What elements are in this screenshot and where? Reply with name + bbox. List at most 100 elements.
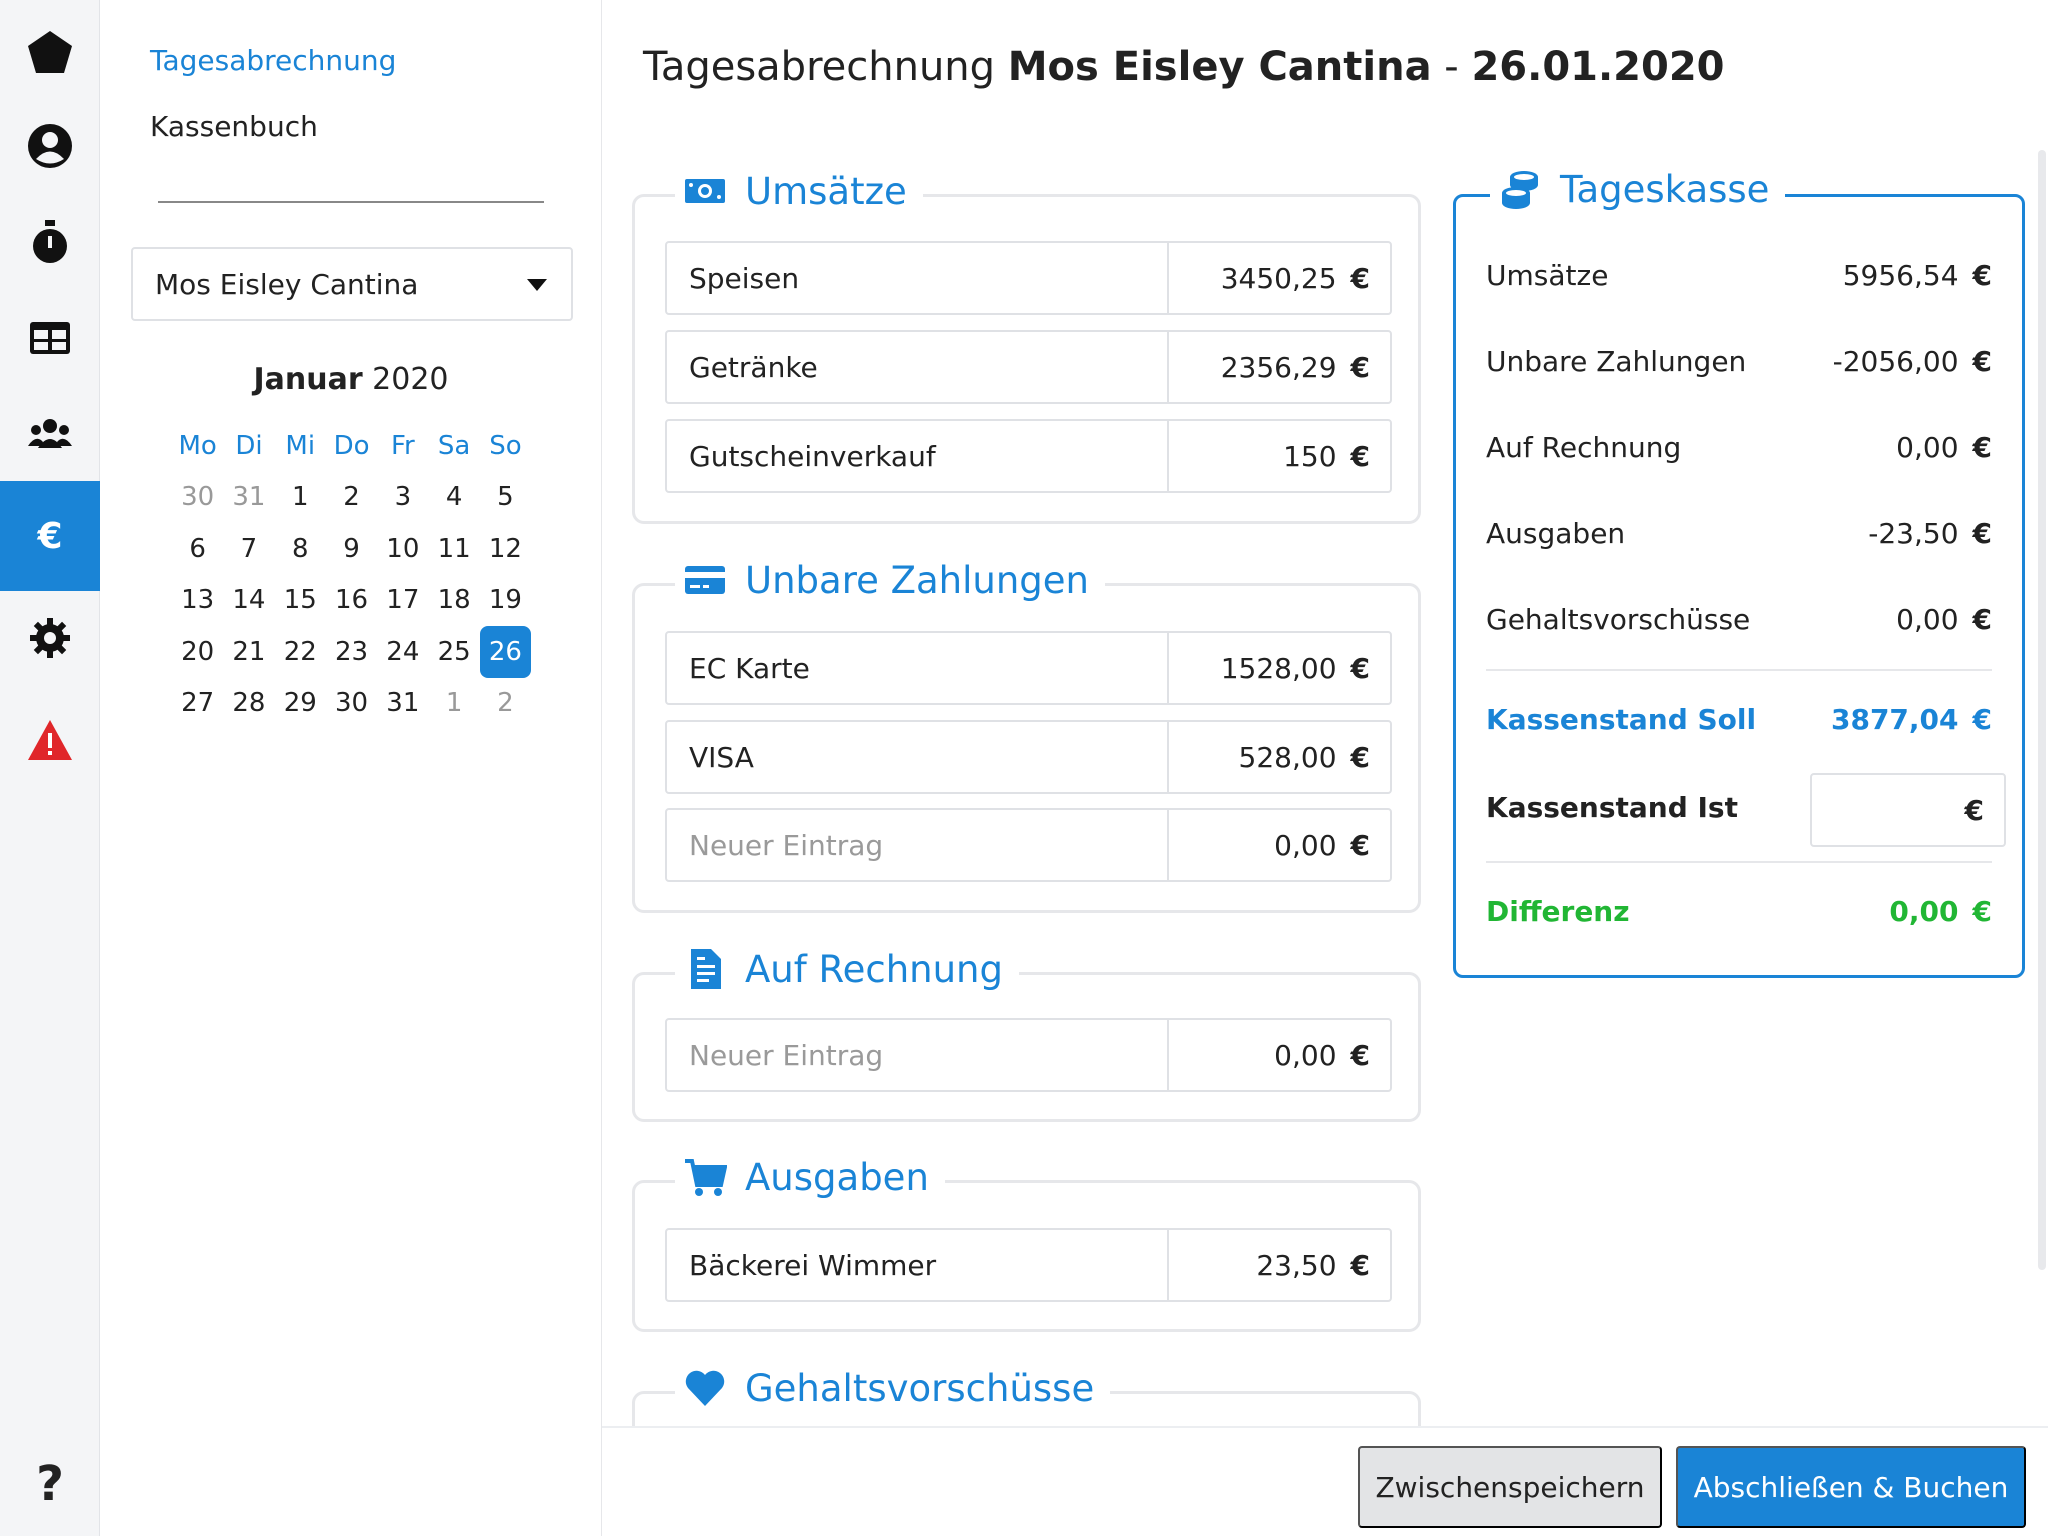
section-ausgaben-header: Ausgaben bbox=[675, 1155, 945, 1199]
stopwatch-icon[interactable] bbox=[0, 194, 100, 290]
calendar-day[interactable]: 12 bbox=[480, 523, 531, 575]
calendar-day[interactable]: 30 bbox=[326, 678, 377, 730]
calendar-day[interactable]: 18 bbox=[428, 575, 479, 627]
kasse-line-amount: 5956,54 € bbox=[1843, 259, 1992, 292]
new-entry-input[interactable]: Neuer Eintrag bbox=[667, 1020, 1169, 1090]
euro-sign: € bbox=[1972, 895, 1992, 928]
section-unbar-title: Unbare Zahlungen bbox=[745, 558, 1089, 602]
kasse-line-label: Ausgaben bbox=[1486, 517, 1626, 550]
row-amount-field[interactable]: 3450,25 € bbox=[1169, 243, 1390, 313]
calendar-day[interactable]: 1 bbox=[428, 678, 479, 730]
scrollbar[interactable] bbox=[2038, 150, 2046, 1270]
subnav-kassenbuch[interactable]: Kassenbuch bbox=[150, 110, 318, 143]
users-icon[interactable] bbox=[0, 386, 100, 482]
calendar-day[interactable]: 31 bbox=[377, 678, 428, 730]
warning-icon[interactable] bbox=[0, 692, 100, 788]
calendar-day[interactable]: 5 bbox=[480, 472, 531, 524]
calendar-day[interactable]: 11 bbox=[428, 523, 479, 575]
calendar-day[interactable]: 20 bbox=[172, 626, 223, 678]
calendar-day-selected[interactable]: 26 bbox=[479, 626, 532, 678]
calendar-day[interactable]: 9 bbox=[326, 523, 377, 575]
kasse-line-amount: 0,00 € bbox=[1896, 603, 1992, 636]
row-speisen: Speisen 3450,25 € bbox=[665, 241, 1392, 315]
row-new-entry: Neuer Eintrag 0,00 € bbox=[665, 808, 1392, 882]
calendar-weekday: So bbox=[489, 430, 522, 461]
row-amount: 3450,25 bbox=[1220, 261, 1337, 295]
section-unbar: Unbare Zahlungen EC Karte 1528,00 € VISA … bbox=[632, 558, 1421, 913]
calendar-day[interactable]: 13 bbox=[172, 575, 223, 627]
row-amount: 0,00 bbox=[1274, 1038, 1337, 1072]
calendar-day[interactable]: 14 bbox=[223, 575, 274, 627]
kasse-line-rechnung: Auf Rechnung 0,00 € bbox=[1486, 431, 1992, 464]
calendar-day[interactable]: 15 bbox=[275, 575, 326, 627]
euro-sign: € bbox=[1972, 603, 1992, 636]
table-icon[interactable] bbox=[0, 290, 100, 386]
save-draft-button[interactable]: Zwischenspeichern bbox=[1358, 1446, 1662, 1528]
row-label[interactable]: VISA bbox=[667, 722, 1169, 792]
credit-card-icon bbox=[685, 566, 725, 594]
row-amount-field[interactable]: 1528,00 € bbox=[1169, 633, 1390, 703]
calendar-day[interactable]: 2 bbox=[326, 472, 377, 524]
euro-sign: € bbox=[1964, 793, 1984, 827]
calendar-day[interactable]: 16 bbox=[326, 575, 377, 627]
row-amount-field[interactable]: 150 € bbox=[1169, 421, 1390, 491]
finish-book-button[interactable]: Abschließen & Buchen bbox=[1676, 1446, 2026, 1528]
row-amount-field[interactable]: 528,00 € bbox=[1169, 722, 1390, 792]
kassenstand-ist-input[interactable]: € bbox=[1810, 773, 2006, 847]
new-entry-input[interactable]: Neuer Eintrag bbox=[667, 810, 1169, 880]
calendar-day[interactable]: 31 bbox=[223, 472, 274, 524]
row-label[interactable]: Bäckerei Wimmer bbox=[667, 1230, 1169, 1300]
venue-select[interactable]: Mos Eisley Cantina bbox=[131, 247, 573, 321]
calendar-day[interactable]: 25 bbox=[428, 626, 479, 678]
calendar-day[interactable]: 10 bbox=[377, 523, 428, 575]
calendar-weekday: Mi bbox=[285, 430, 316, 461]
calendar-day[interactable]: 19 bbox=[480, 575, 531, 627]
euro-sign: € bbox=[1972, 259, 1992, 292]
row-label[interactable]: Gutscheinverkauf bbox=[667, 421, 1169, 491]
row-label[interactable]: Getränke bbox=[667, 332, 1169, 402]
row-label[interactable]: EC Karte bbox=[667, 633, 1169, 703]
calendar-day[interactable]: 28 bbox=[223, 678, 274, 730]
kasse-line-gehalt: Gehaltsvorschüsse 0,00 € bbox=[1486, 603, 1992, 636]
calendar-day[interactable]: 2 bbox=[480, 678, 531, 730]
user-icon[interactable] bbox=[0, 98, 100, 194]
row-amount-field[interactable]: 2356,29 € bbox=[1169, 332, 1390, 402]
calendar-day[interactable]: 29 bbox=[275, 678, 326, 730]
section-gehalt-title: Gehaltsvorschüsse bbox=[745, 1366, 1095, 1410]
subnav-tagesabrechnung[interactable]: Tagesabrechnung bbox=[150, 44, 396, 77]
calendar-day[interactable]: 6 bbox=[172, 523, 223, 575]
section-umsaetze-header: Umsätze bbox=[675, 169, 923, 213]
row-amount-field[interactable]: 0,00 € bbox=[1169, 1020, 1390, 1090]
row-amount-field[interactable]: 0,00 € bbox=[1169, 810, 1390, 880]
euro-sign: € bbox=[1972, 703, 1992, 736]
kasse-line-value: 0,00 bbox=[1896, 603, 1959, 636]
row-label[interactable]: Speisen bbox=[667, 243, 1169, 313]
calendar-day[interactable]: 17 bbox=[377, 575, 428, 627]
calendar-day[interactable]: 1 bbox=[275, 472, 326, 524]
section-unbar-header: Unbare Zahlungen bbox=[675, 558, 1105, 602]
calendar-day[interactable]: 30 bbox=[172, 472, 223, 524]
tageskasse-panel: Tageskasse Umsätze 5956,54 € Unbare Zahlu… bbox=[1453, 167, 2025, 978]
calendar-day[interactable]: 24 bbox=[377, 626, 428, 678]
section-rechnung-title: Auf Rechnung bbox=[745, 947, 1003, 991]
calendar-day[interactable]: 8 bbox=[275, 523, 326, 575]
calendar-day[interactable]: 3 bbox=[377, 472, 428, 524]
help-icon[interactable]: ? bbox=[0, 1436, 100, 1532]
logo-pentagon-icon[interactable] bbox=[0, 4, 100, 100]
euro-sign: € bbox=[1350, 740, 1370, 774]
row-gutscheinverkauf: Gutscheinverkauf 150 € bbox=[665, 419, 1392, 493]
calendar-day[interactable]: 23 bbox=[326, 626, 377, 678]
calendar-day[interactable]: 21 bbox=[223, 626, 274, 678]
euro-sign: € bbox=[1350, 439, 1370, 473]
calendar-day[interactable]: 27 bbox=[172, 678, 223, 730]
row-amount: 2356,29 bbox=[1220, 350, 1337, 384]
calendar-day[interactable]: 4 bbox=[428, 472, 479, 524]
calendar-day[interactable]: 7 bbox=[223, 523, 274, 575]
gear-icon[interactable] bbox=[0, 590, 100, 686]
row-amount-field[interactable]: 23,50 € bbox=[1169, 1230, 1390, 1300]
divider bbox=[1486, 669, 1992, 671]
calendar-day[interactable]: 22 bbox=[275, 626, 326, 678]
kasse-line-value: 0,00 bbox=[1896, 431, 1959, 464]
kasse-line-amount: -2056,00 € bbox=[1833, 345, 1992, 378]
euro-icon[interactable]: € bbox=[0, 481, 100, 591]
